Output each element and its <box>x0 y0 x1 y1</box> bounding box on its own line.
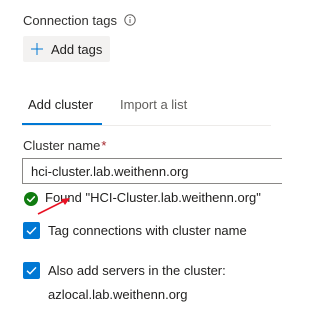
cluster-name-label: Cluster name* <box>23 138 106 153</box>
checkmark-icon <box>26 266 37 275</box>
info-icon[interactable] <box>124 14 136 26</box>
required-marker: * <box>101 138 107 153</box>
cluster-name-input[interactable] <box>22 158 282 184</box>
connection-tags-label: Connection tags <box>23 13 117 28</box>
tag-connections-label: Tag connections with cluster name <box>48 223 247 238</box>
add-servers-label: Also add servers in the cluster: <box>48 263 226 278</box>
tab-add-cluster[interactable]: Add cluster <box>28 97 93 112</box>
cluster-name-label-text: Cluster name <box>23 138 101 153</box>
add-servers-domain: azlocal.lab.weithenn.org <box>48 287 188 302</box>
tag-connections-checkbox[interactable] <box>23 222 40 239</box>
checkmark-icon <box>26 226 37 235</box>
add-tags-button[interactable]: Add tags <box>23 36 110 62</box>
tab-import-list[interactable]: Import a list <box>120 97 187 112</box>
tabs-divider <box>22 125 271 126</box>
add-tags-label: Add tags <box>51 41 103 57</box>
plus-icon <box>31 43 43 55</box>
add-servers-checkbox[interactable] <box>23 262 40 279</box>
